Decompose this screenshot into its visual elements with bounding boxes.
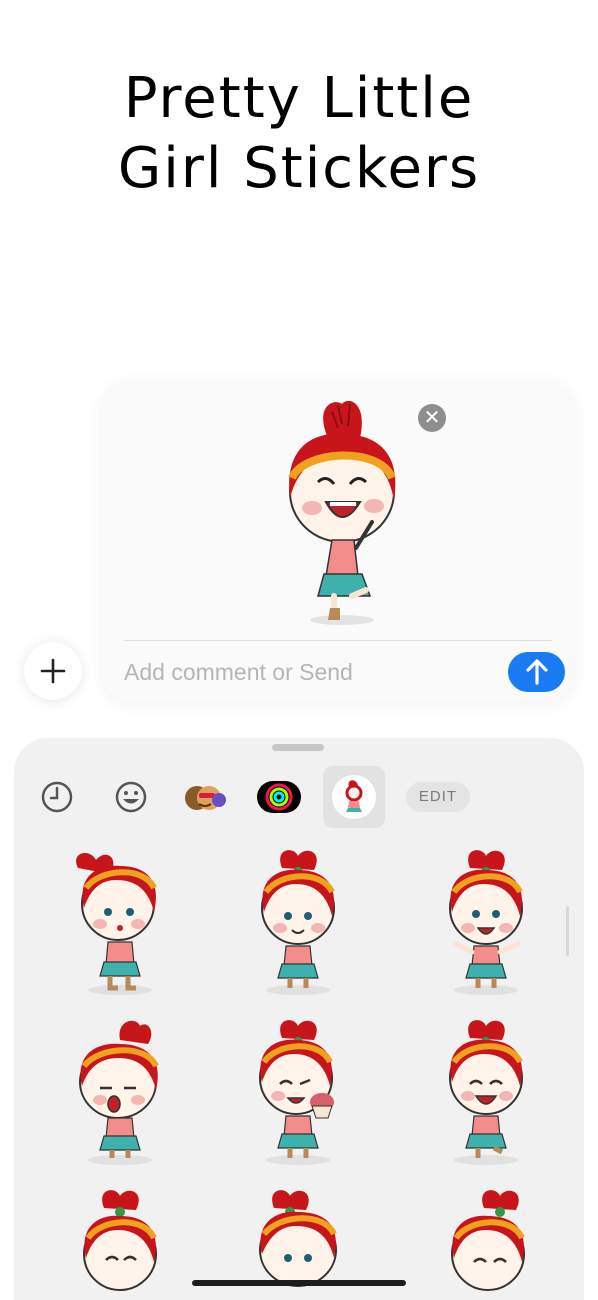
plus-icon bbox=[40, 658, 66, 684]
tab-memoji[interactable] bbox=[174, 766, 236, 828]
arrow-up-icon bbox=[525, 659, 548, 685]
tab-activity[interactable] bbox=[248, 766, 310, 828]
app-tabs: EDIT bbox=[14, 766, 584, 828]
comment-input[interactable] bbox=[124, 654, 494, 690]
drawer-grabber[interactable] bbox=[272, 744, 324, 751]
send-button[interactable] bbox=[508, 652, 565, 692]
tab-girl-stickers[interactable] bbox=[323, 766, 385, 828]
edit-button[interactable]: EDIT bbox=[406, 782, 470, 812]
memoji-icon bbox=[185, 786, 226, 810]
remove-sticker-button[interactable]: ✕ bbox=[418, 404, 446, 432]
girl-sticker-icon bbox=[332, 775, 376, 819]
tab-emoji[interactable] bbox=[100, 766, 162, 828]
add-button[interactable] bbox=[24, 642, 82, 700]
headline-line-1: Pretty Little bbox=[123, 66, 475, 131]
sticker-wink[interactable] bbox=[426, 1188, 546, 1300]
headline-line-2: Girl Stickers bbox=[117, 136, 481, 201]
home-indicator[interactable] bbox=[192, 1280, 406, 1286]
headline: Pretty Little Girl Stickers bbox=[0, 64, 598, 204]
sticker-yawn[interactable] bbox=[60, 1018, 180, 1168]
activity-rings-icon bbox=[257, 781, 301, 813]
compose-bubble: ✕ bbox=[102, 382, 574, 702]
close-icon: ✕ bbox=[423, 407, 441, 429]
sticker-shy[interactable] bbox=[60, 848, 180, 998]
clock-icon bbox=[41, 781, 73, 813]
smiley-icon bbox=[115, 781, 147, 813]
sticker-blush[interactable] bbox=[60, 1188, 180, 1300]
sticker-preview[interactable] bbox=[272, 398, 412, 628]
tab-recents[interactable] bbox=[26, 766, 88, 828]
scroll-indicator bbox=[566, 906, 569, 956]
sticker-smile[interactable] bbox=[238, 848, 358, 998]
sticker-cupcake[interactable] bbox=[238, 1018, 358, 1168]
compose-divider bbox=[124, 640, 552, 641]
sticker-laugh[interactable] bbox=[426, 1018, 546, 1168]
sticker-grid bbox=[14, 838, 584, 1300]
sticker-drawer: EDIT bbox=[14, 738, 584, 1300]
sticker-wave[interactable] bbox=[426, 848, 546, 998]
